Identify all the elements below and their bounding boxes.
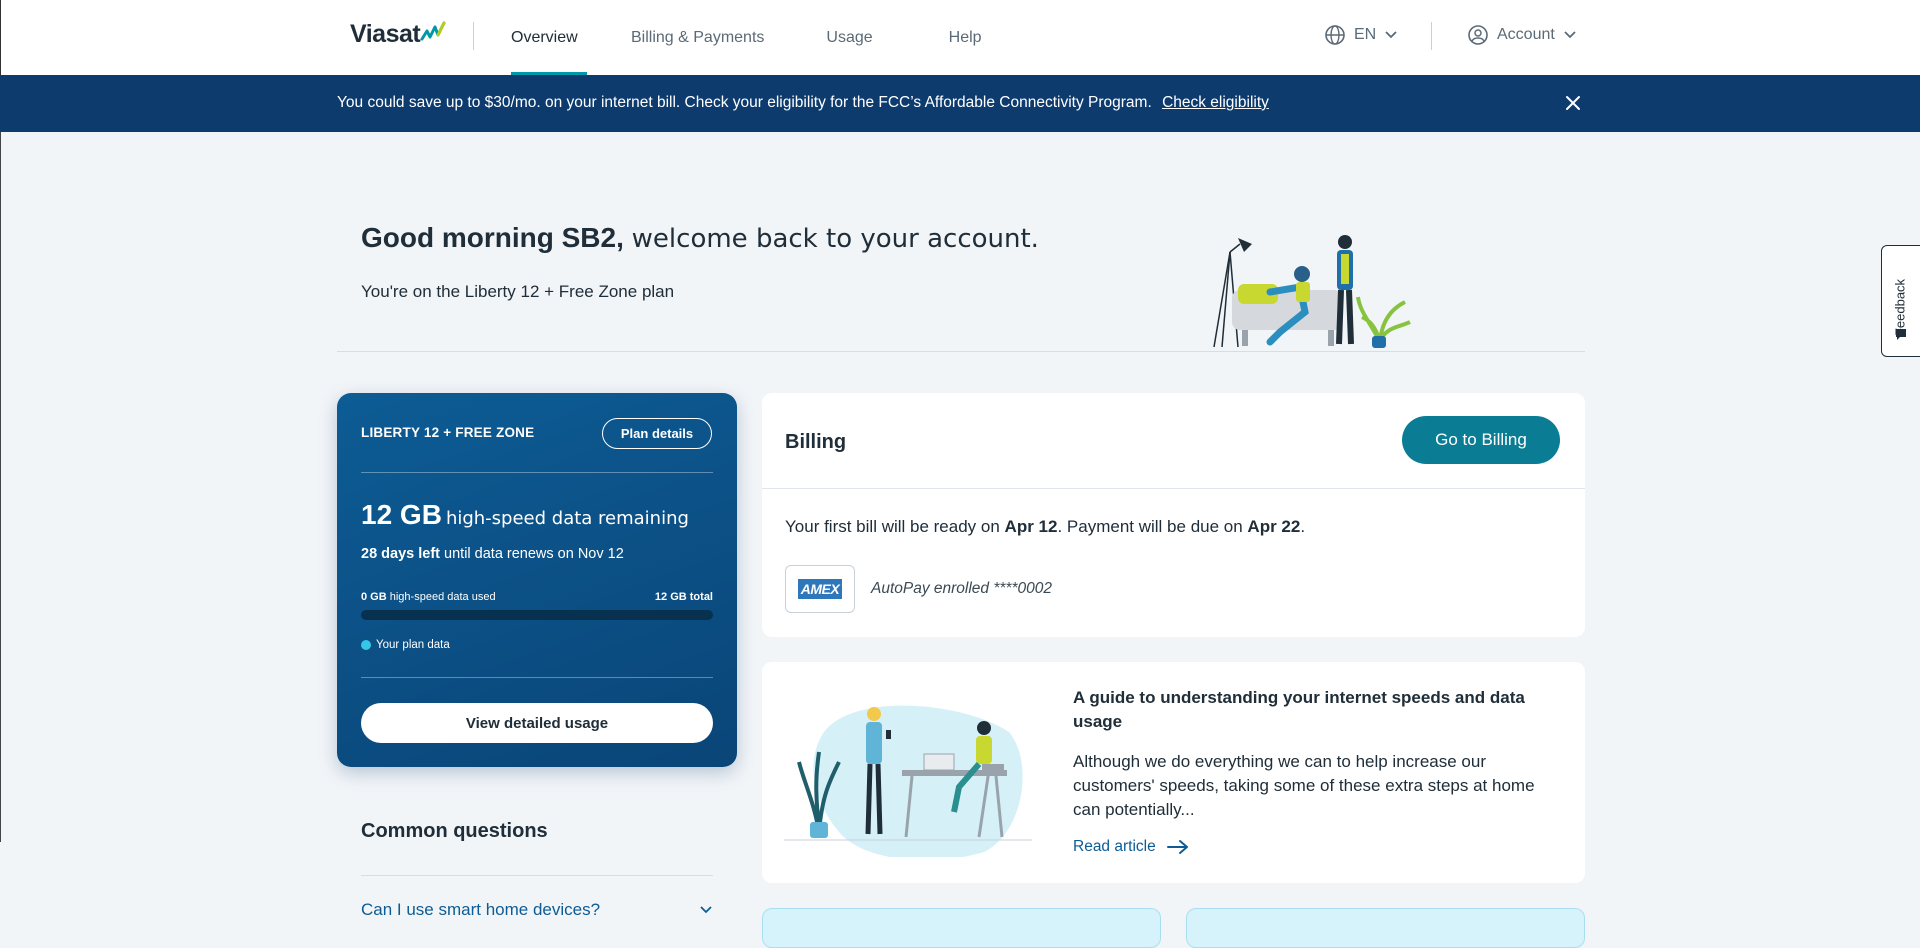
- read-article-link[interactable]: Read article: [1073, 838, 1190, 856]
- arrow-right-icon: [1166, 840, 1188, 854]
- billing-summary: Your first bill will be ready on Apr 12.…: [785, 517, 1305, 537]
- total-label: 12 GB total: [654, 591, 713, 603]
- window-edge: [0, 132, 1, 842]
- plan-name: LIBERTY 12 + FREE ZONE: [361, 425, 535, 440]
- nav-billing-payments[interactable]: Billing & Payments: [587, 0, 788, 75]
- viasat-logo[interactable]: Viasat: [350, 14, 448, 54]
- user-icon: [1468, 25, 1488, 45]
- renewal-info: 28 days left until data renews on Nov 12: [361, 546, 624, 562]
- common-questions-title: Common questions: [361, 820, 548, 842]
- welcome-heading: Good morning SB2, welcome back to your a…: [361, 222, 1039, 254]
- section-divider: [337, 351, 1585, 352]
- feedback-icon: [1896, 329, 1906, 340]
- language-selector[interactable]: EN: [1324, 24, 1398, 46]
- read-article-label: Read article: [1073, 838, 1156, 855]
- banner-message: You could save up to $30/mo. on your int…: [337, 94, 1269, 112]
- billing-text-1: Your first bill will be ready on: [785, 517, 1000, 536]
- guide-article-card: A guide to understanding your internet s…: [762, 662, 1585, 883]
- banner-text: You could save up to $30/mo. on your int…: [337, 94, 1152, 111]
- billing-title: Billing: [785, 431, 847, 453]
- data-remaining-label: high-speed data remaining: [445, 508, 689, 529]
- billing-text-3: .: [1300, 517, 1306, 536]
- amex-card-icon: AMEX: [785, 565, 855, 613]
- nav-help[interactable]: Help: [897, 0, 1006, 75]
- billing-text-2: . Payment will be due on: [1057, 517, 1243, 536]
- guide-title[interactable]: A guide to understanding your internet s…: [1073, 686, 1563, 734]
- payment-due-date: Apr 22: [1247, 517, 1301, 536]
- chevron-down-icon: [1564, 31, 1576, 39]
- current-plan-text: You're on the Liberty 12 + Free Zone pla…: [361, 282, 675, 301]
- renew-text: until data renews on Nov 12: [444, 546, 624, 562]
- welcome-message: welcome back to your account.: [631, 224, 1039, 254]
- chevron-down-icon: [700, 906, 712, 914]
- usage-bar-labels: 0 GB high-speed data used 12 GB total: [361, 591, 713, 603]
- card-divider: [361, 677, 713, 678]
- legend-label: Your plan data: [376, 639, 450, 651]
- logo-mark-icon: [420, 21, 446, 41]
- faq-question: Can I use smart home devices?: [361, 900, 601, 919]
- faq-item[interactable]: Can I use smart home devices?: [361, 900, 713, 920]
- view-detailed-usage-button[interactable]: View detailed usage: [361, 703, 713, 743]
- used-text: high-speed data used: [389, 591, 496, 603]
- promo-banner: You could save up to $30/mo. on your int…: [0, 75, 1920, 132]
- billing-divider: [762, 488, 1585, 489]
- promo-tile-right[interactable]: [1186, 908, 1585, 948]
- data-amount: 12 GB: [361, 499, 442, 530]
- go-to-billing-button[interactable]: Go to Billing: [1402, 416, 1560, 464]
- used-label: 0 GB high-speed data used: [361, 591, 496, 603]
- data-remaining: 12 GB high-speed data remaining: [361, 499, 689, 531]
- greeting: Good morning SB2,: [361, 222, 624, 253]
- header-divider: [473, 22, 474, 50]
- close-icon[interactable]: [1563, 93, 1583, 113]
- bill-ready-date: Apr 12: [1004, 517, 1058, 536]
- plan-usage-card: LIBERTY 12 + FREE ZONE Plan details 12 G…: [337, 393, 737, 767]
- days-left: 28 days left: [361, 546, 440, 562]
- usage-progress-bar: [361, 610, 713, 620]
- globe-icon: [1325, 25, 1345, 45]
- header-divider-right: [1431, 22, 1432, 50]
- guide-excerpt: Although we do everything we can to help…: [1073, 752, 1535, 819]
- autopay-status: AutoPay enrolled ****0002: [871, 580, 1052, 597]
- language-label: EN: [1354, 26, 1377, 43]
- used-amount: 0 GB: [361, 591, 387, 603]
- card-divider: [361, 472, 713, 473]
- nav-usage[interactable]: Usage: [788, 0, 896, 75]
- logo-text: Viasat: [350, 19, 421, 48]
- faq-divider: [361, 875, 713, 876]
- promo-tile-left[interactable]: [762, 908, 1161, 948]
- plan-details-button[interactable]: Plan details: [602, 418, 712, 449]
- top-header: Viasat Overview Billing & Payments Usage…: [0, 0, 1920, 75]
- home-office-illustration: [784, 705, 1032, 857]
- chevron-down-icon: [1385, 31, 1397, 39]
- check-eligibility-link[interactable]: Check eligibility: [1162, 94, 1269, 111]
- account-menu[interactable]: Account: [1467, 24, 1577, 46]
- main-nav: Overview Billing & Payments Usage Help: [487, 0, 1006, 75]
- billing-card: Billing Go to Billing Your first bill wi…: [762, 393, 1585, 637]
- card-brand: AMEX: [797, 579, 843, 599]
- nav-overview[interactable]: Overview: [487, 0, 587, 75]
- feedback-tab[interactable]: Feedback: [1881, 245, 1920, 357]
- account-label: Account: [1497, 26, 1555, 43]
- usage-legend: Your plan data: [361, 639, 450, 651]
- living-room-illustration: [1213, 235, 1411, 348]
- legend-dot: [361, 640, 371, 650]
